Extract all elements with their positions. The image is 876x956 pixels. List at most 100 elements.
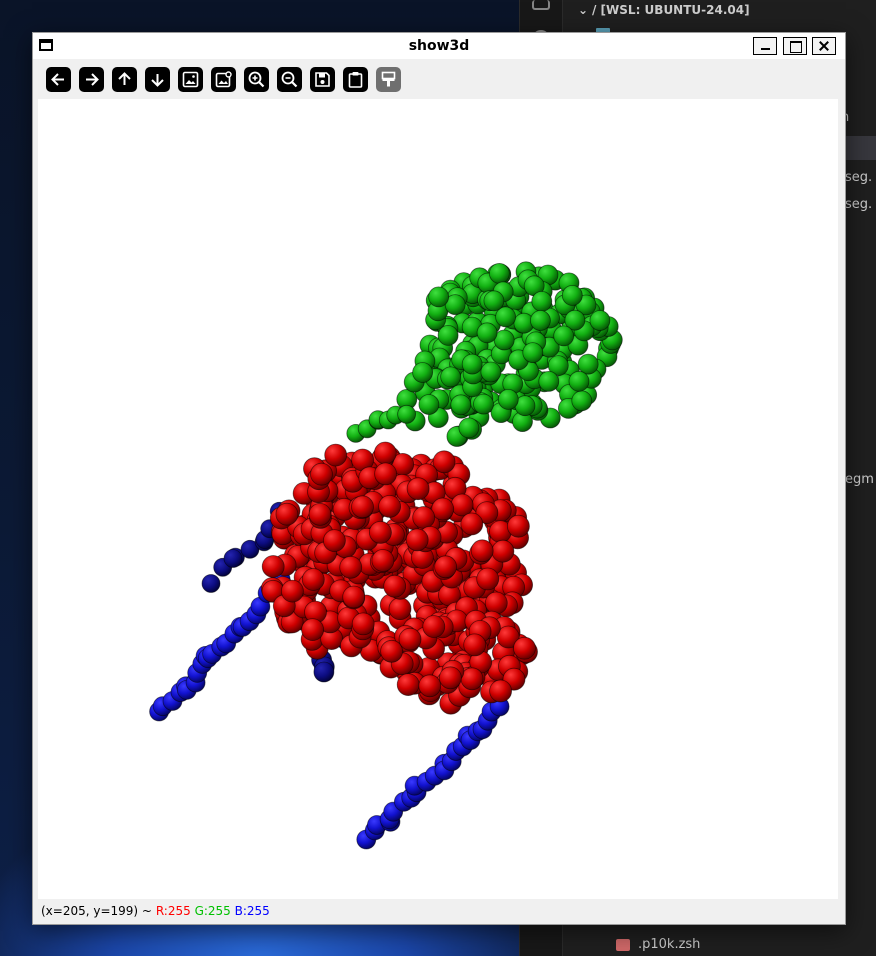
point bbox=[322, 529, 346, 553]
point bbox=[418, 674, 442, 698]
point bbox=[351, 495, 374, 519]
point bbox=[368, 520, 392, 544]
viewer-canvas[interactable] bbox=[38, 99, 838, 899]
maximize-button[interactable] bbox=[783, 37, 807, 55]
point bbox=[412, 506, 436, 529]
point bbox=[324, 443, 348, 467]
point bbox=[476, 322, 498, 344]
point-cloud-view[interactable] bbox=[38, 99, 838, 899]
point bbox=[396, 673, 420, 696]
point bbox=[434, 555, 458, 579]
point bbox=[440, 366, 462, 388]
point bbox=[301, 618, 325, 641]
point bbox=[418, 394, 440, 415]
explorer-item[interactable]: seg. bbox=[845, 197, 872, 212]
point bbox=[450, 394, 472, 416]
pan-right-button[interactable] bbox=[79, 67, 104, 92]
copy-to-clipboard-button[interactable] bbox=[343, 67, 368, 92]
point bbox=[261, 555, 285, 578]
point bbox=[201, 574, 221, 593]
point bbox=[488, 262, 510, 284]
point bbox=[398, 627, 422, 651]
zoom-out-button[interactable] bbox=[277, 67, 302, 92]
point bbox=[223, 549, 243, 568]
point bbox=[438, 666, 462, 690]
window-title: show3d bbox=[408, 38, 470, 54]
point bbox=[308, 502, 332, 526]
point bbox=[422, 615, 446, 638]
point bbox=[450, 493, 474, 517]
status-green-value: G:255 bbox=[194, 904, 231, 918]
pan-down-icon bbox=[151, 74, 164, 87]
red-cluster bbox=[260, 441, 538, 715]
point bbox=[497, 388, 519, 410]
zoom-in-button[interactable] bbox=[244, 67, 269, 92]
explorer-item[interactable]: seg. bbox=[845, 170, 872, 185]
point bbox=[513, 636, 536, 660]
green-cluster bbox=[346, 261, 623, 447]
point bbox=[371, 549, 395, 572]
paint-brush-icon bbox=[381, 71, 396, 87]
chevron-down-icon: ⌄ bbox=[578, 3, 589, 17]
point bbox=[506, 514, 530, 538]
point bbox=[310, 462, 333, 486]
title-bar[interactable]: show3d bbox=[33, 33, 845, 59]
point bbox=[489, 679, 513, 703]
toolbar bbox=[33, 59, 845, 99]
point bbox=[280, 579, 304, 603]
point bbox=[458, 417, 480, 439]
close-button[interactable] bbox=[812, 37, 836, 55]
point bbox=[406, 477, 430, 501]
save-button[interactable] bbox=[310, 67, 335, 92]
copy-to-clipboard-icon bbox=[348, 72, 363, 88]
explorer-icon[interactable] bbox=[532, 0, 550, 10]
point bbox=[522, 342, 544, 364]
point bbox=[470, 539, 494, 563]
image-button[interactable] bbox=[178, 67, 203, 92]
point bbox=[531, 290, 553, 312]
point bbox=[463, 633, 487, 657]
point bbox=[461, 353, 483, 375]
point bbox=[339, 555, 363, 579]
pan-right-icon bbox=[86, 73, 99, 86]
point bbox=[568, 370, 590, 392]
pan-down-button[interactable] bbox=[145, 67, 170, 92]
zoom-out-icon bbox=[281, 71, 298, 88]
pan-left-button[interactable] bbox=[46, 67, 71, 92]
point bbox=[473, 393, 494, 415]
pan-up-icon bbox=[118, 72, 131, 85]
point bbox=[571, 390, 593, 412]
point bbox=[374, 462, 398, 486]
pan-up-button[interactable] bbox=[112, 67, 137, 92]
point bbox=[313, 661, 335, 683]
minimize-button[interactable] bbox=[753, 37, 777, 55]
image-settings-button[interactable] bbox=[211, 67, 236, 92]
show3d-window: show3d (x=205, y=199) ~ R:255 G:255 B:25… bbox=[32, 32, 846, 925]
explorer-root-folder[interactable]: ⌄ / [WSL: UBUNTU-24.04] bbox=[578, 0, 750, 20]
paint-brush-button[interactable] bbox=[376, 67, 401, 92]
explorer-selected-row[interactable] bbox=[843, 136, 876, 160]
image-settings-icon bbox=[215, 71, 232, 88]
status-bar: (x=205, y=199) ~ R:255 G:255 B:255 bbox=[33, 901, 845, 921]
point bbox=[561, 284, 583, 306]
status-red-value: R:255 bbox=[155, 904, 191, 918]
point bbox=[480, 361, 502, 383]
point bbox=[589, 310, 611, 331]
status-blue-value: B:255 bbox=[234, 904, 270, 918]
point bbox=[380, 639, 404, 663]
point bbox=[428, 286, 450, 308]
zoom-in-icon bbox=[248, 71, 265, 88]
point bbox=[388, 597, 412, 621]
point bbox=[553, 325, 575, 347]
explorer-item[interactable]: egm bbox=[845, 472, 874, 487]
point bbox=[383, 574, 407, 598]
point bbox=[484, 591, 508, 615]
point bbox=[405, 528, 429, 552]
point bbox=[301, 568, 325, 591]
point bbox=[460, 512, 484, 536]
point bbox=[275, 502, 299, 526]
point bbox=[437, 324, 459, 346]
point bbox=[460, 667, 484, 691]
explorer-item[interactable]: .p10k.zsh bbox=[616, 937, 700, 952]
point bbox=[538, 370, 560, 392]
